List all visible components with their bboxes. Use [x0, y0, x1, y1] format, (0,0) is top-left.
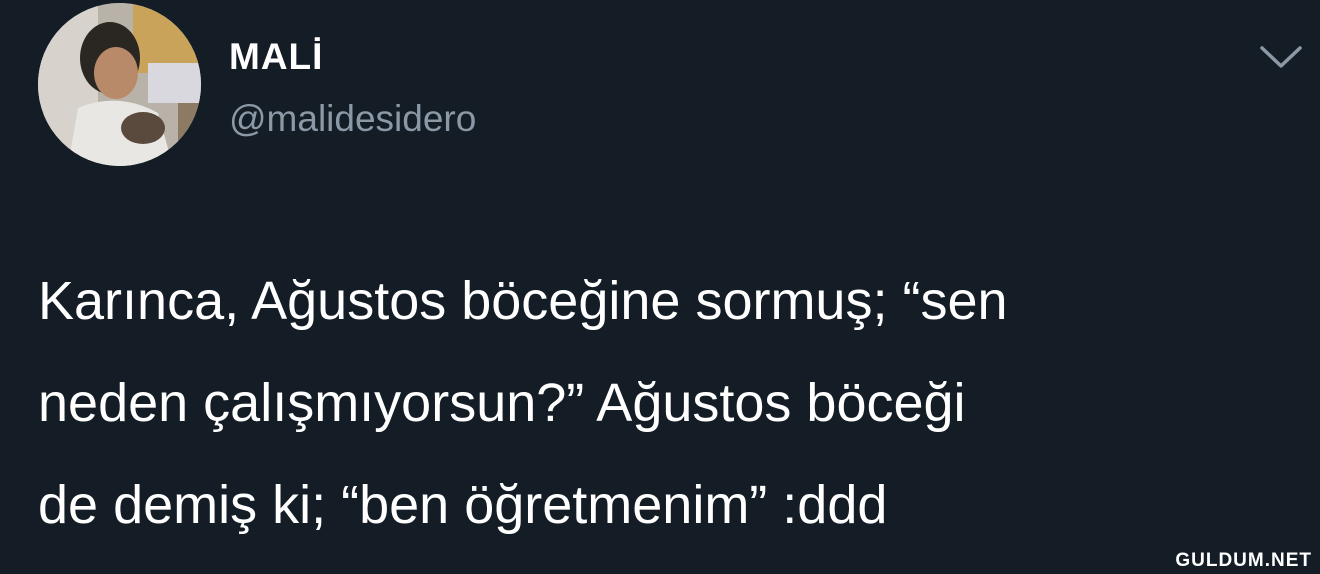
tweet-text-line: Karınca, Ağustos böceğine sormuş; “sen	[38, 271, 1008, 331]
tweet-text: Karınca, Ağustos böceğine sormuş; “sen n…	[38, 250, 1308, 556]
display-name[interactable]: MALİ	[229, 36, 323, 78]
watermark: GULDUM.NET	[1171, 550, 1316, 572]
avatar-photo	[38, 3, 201, 166]
tweet-text-line: neden çalışmıyorsun?” Ağustos böceği	[38, 373, 966, 433]
avatar[interactable]	[38, 3, 201, 166]
username-handle[interactable]: @malidesidero	[229, 98, 476, 140]
tweet-text-line: de demiş ki; “ben öğretmenim” :ddd	[38, 475, 888, 535]
tweet-card: MALİ @malidesidero Karınca, Ağustos böce…	[0, 0, 1320, 574]
chevron-down-icon[interactable]	[1256, 40, 1306, 74]
